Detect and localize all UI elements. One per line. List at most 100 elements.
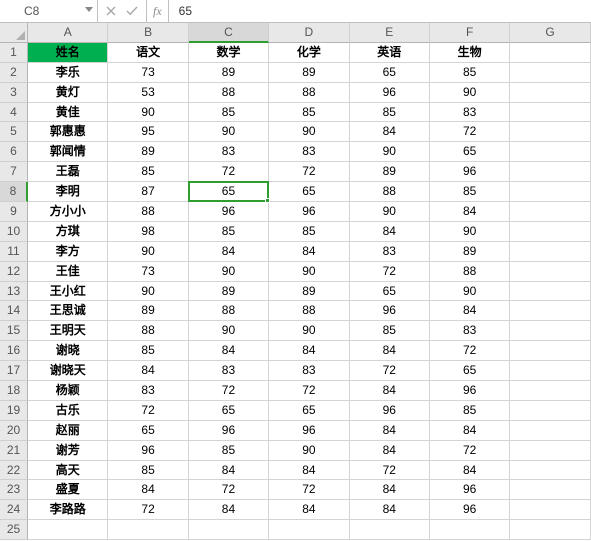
cell-C7[interactable]: 72 (189, 162, 269, 182)
cancel-icon[interactable] (106, 6, 116, 16)
cell-D15[interactable]: 90 (269, 321, 349, 341)
cell-D21[interactable]: 90 (269, 441, 349, 461)
cell-C24[interactable]: 84 (189, 500, 269, 520)
cell-C16[interactable]: 84 (189, 341, 269, 361)
cell-F10[interactable]: 90 (430, 222, 510, 242)
cell-C6[interactable]: 83 (189, 142, 269, 162)
cell-F13[interactable]: 90 (430, 282, 510, 302)
cell-D2[interactable]: 89 (269, 63, 349, 83)
cell-E20[interactable]: 84 (350, 421, 430, 441)
cell-D4[interactable]: 85 (269, 103, 349, 123)
cell-C2[interactable]: 89 (189, 63, 269, 83)
row-header-25[interactable]: 25 (0, 520, 28, 540)
cell-D19[interactable]: 65 (269, 401, 349, 421)
cell-E11[interactable]: 83 (350, 242, 430, 262)
cell-C10[interactable]: 85 (189, 222, 269, 242)
cell-E18[interactable]: 84 (350, 381, 430, 401)
row-header-13[interactable]: 13 (0, 282, 28, 302)
accept-icon[interactable] (126, 6, 138, 16)
row-header-2[interactable]: 2 (0, 63, 28, 83)
cell-B15[interactable]: 88 (108, 321, 188, 341)
cell-E1[interactable]: 英语 (350, 43, 430, 63)
cell-F9[interactable]: 84 (430, 202, 510, 222)
cell-D5[interactable]: 90 (269, 122, 349, 142)
cell-B18[interactable]: 83 (108, 381, 188, 401)
cell-C4[interactable]: 85 (189, 103, 269, 123)
cell-E21[interactable]: 84 (350, 441, 430, 461)
cell-C15[interactable]: 90 (189, 321, 269, 341)
spreadsheet-grid[interactable]: ABCDEFG1姓名语文数学化学英语生物2李乐73898965853黄灯5388… (0, 23, 591, 540)
cell-A16[interactable]: 谢晓 (28, 341, 108, 361)
cell-C20[interactable]: 96 (189, 421, 269, 441)
cell-A21[interactable]: 谢芳 (28, 441, 108, 461)
cell-G13[interactable] (510, 282, 590, 302)
cell-G10[interactable] (510, 222, 590, 242)
row-header-15[interactable]: 15 (0, 321, 28, 341)
row-header-24[interactable]: 24 (0, 500, 28, 520)
cell-F19[interactable]: 85 (430, 401, 510, 421)
cell-G15[interactable] (510, 321, 590, 341)
cell-F16[interactable]: 72 (430, 341, 510, 361)
cell-D8[interactable]: 65 (269, 182, 349, 202)
cell-B2[interactable]: 73 (108, 63, 188, 83)
row-header-16[interactable]: 16 (0, 341, 28, 361)
cell-B12[interactable]: 73 (108, 262, 188, 282)
cell-D13[interactable]: 89 (269, 282, 349, 302)
cell-A9[interactable]: 方小小 (28, 202, 108, 222)
cell-G19[interactable] (510, 401, 590, 421)
cell-B8[interactable]: 87 (108, 182, 188, 202)
cell-G6[interactable] (510, 142, 590, 162)
cell-A2[interactable]: 李乐 (28, 63, 108, 83)
column-header-A[interactable]: A (28, 23, 108, 43)
cell-D10[interactable]: 85 (269, 222, 349, 242)
cell-D14[interactable]: 88 (269, 301, 349, 321)
row-header-12[interactable]: 12 (0, 262, 28, 282)
row-header-20[interactable]: 20 (0, 421, 28, 441)
cell-D16[interactable]: 84 (269, 341, 349, 361)
cell-F4[interactable]: 83 (430, 103, 510, 123)
cell-A24[interactable]: 李路路 (28, 500, 108, 520)
cell-E23[interactable]: 84 (350, 480, 430, 500)
cell-B13[interactable]: 90 (108, 282, 188, 302)
cell-G9[interactable] (510, 202, 590, 222)
cell-B25[interactable] (108, 520, 188, 540)
cell-A3[interactable]: 黄灯 (28, 83, 108, 103)
cell-B22[interactable]: 85 (108, 461, 188, 481)
column-header-E[interactable]: E (350, 23, 430, 43)
cell-C3[interactable]: 88 (189, 83, 269, 103)
cell-C21[interactable]: 85 (189, 441, 269, 461)
cell-A14[interactable]: 王思诚 (28, 301, 108, 321)
cell-A20[interactable]: 赵丽 (28, 421, 108, 441)
cell-D1[interactable]: 化学 (269, 43, 349, 63)
cell-A6[interactable]: 郭闻情 (28, 142, 108, 162)
cell-A15[interactable]: 王明天 (28, 321, 108, 341)
cell-D18[interactable]: 72 (269, 381, 349, 401)
cell-D17[interactable]: 83 (269, 361, 349, 381)
row-header-11[interactable]: 11 (0, 242, 28, 262)
row-header-1[interactable]: 1 (0, 43, 28, 63)
cell-C5[interactable]: 90 (189, 122, 269, 142)
cell-A22[interactable]: 高天 (28, 461, 108, 481)
cell-D22[interactable]: 84 (269, 461, 349, 481)
cell-G3[interactable] (510, 83, 590, 103)
cell-E22[interactable]: 72 (350, 461, 430, 481)
cell-E24[interactable]: 84 (350, 500, 430, 520)
cell-G17[interactable] (510, 361, 590, 381)
row-header-7[interactable]: 7 (0, 162, 28, 182)
cell-A25[interactable] (28, 520, 108, 540)
cell-D3[interactable]: 88 (269, 83, 349, 103)
cell-B14[interactable]: 89 (108, 301, 188, 321)
cell-F3[interactable]: 90 (430, 83, 510, 103)
cell-D12[interactable]: 90 (269, 262, 349, 282)
cell-E12[interactable]: 72 (350, 262, 430, 282)
cell-E8[interactable]: 88 (350, 182, 430, 202)
cell-E10[interactable]: 84 (350, 222, 430, 242)
cell-G16[interactable] (510, 341, 590, 361)
cell-F12[interactable]: 88 (430, 262, 510, 282)
cell-A5[interactable]: 郭惠惠 (28, 122, 108, 142)
cell-C11[interactable]: 84 (189, 242, 269, 262)
cell-F5[interactable]: 72 (430, 122, 510, 142)
cell-F8[interactable]: 85 (430, 182, 510, 202)
cell-G14[interactable] (510, 301, 590, 321)
cell-F15[interactable]: 83 (430, 321, 510, 341)
